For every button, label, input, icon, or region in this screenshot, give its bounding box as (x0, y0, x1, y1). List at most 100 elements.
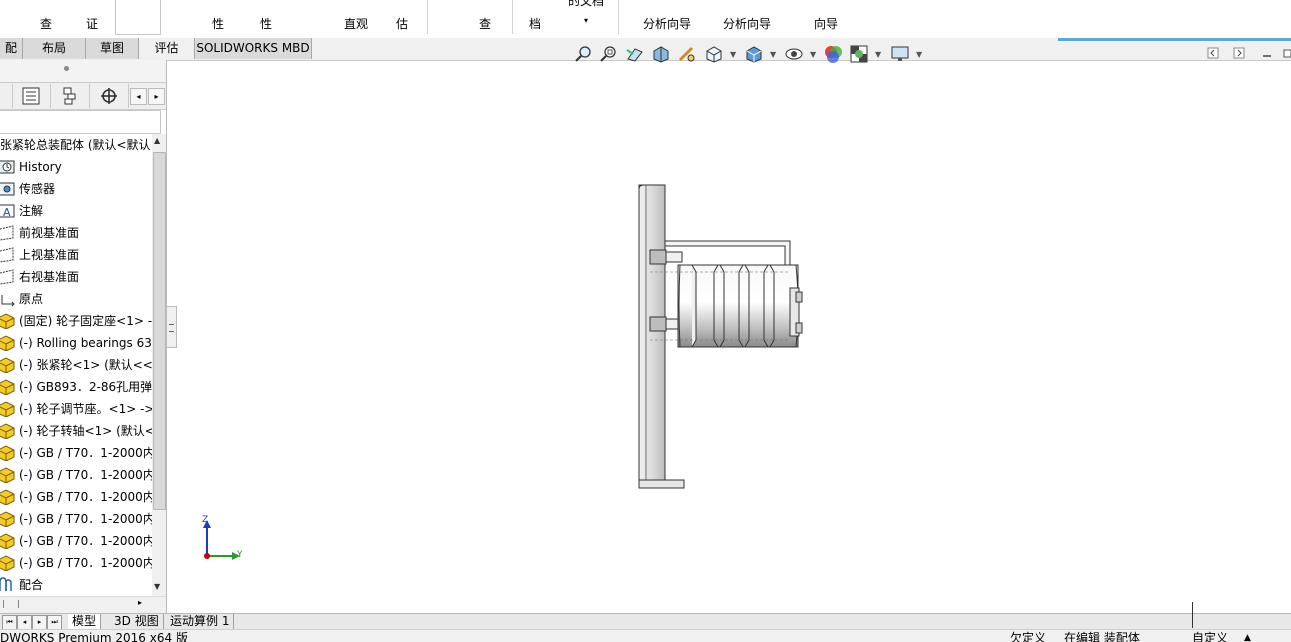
view-settings-icon[interactable] (890, 44, 910, 64)
part-icon (0, 313, 15, 329)
tab-property-manager[interactable] (12, 84, 51, 108)
drag-handle-icon[interactable] (64, 66, 69, 71)
edit-appearance-icon[interactable] (823, 44, 843, 64)
tree-item-annotations[interactable]: A 注解 (0, 200, 152, 222)
chevron-down-icon[interactable]: ▼ (770, 50, 776, 59)
maximize-viewport-icon[interactable] (1233, 47, 1245, 59)
hide-show-items-icon[interactable] (784, 44, 804, 64)
scroll-thumb-grip-icon[interactable] (3, 600, 19, 608)
tree-item-component[interactable]: (-) GB / T70．1-2000内 (0, 486, 152, 508)
chevron-up-icon[interactable]: ▲ (1244, 631, 1251, 642)
plane-icon (0, 247, 14, 263)
section-view-icon[interactable] (651, 44, 671, 64)
chevron-down-icon[interactable]: ▼ (730, 50, 736, 59)
tab-evaluate[interactable]: 评估 (139, 38, 195, 59)
chevron-down-icon[interactable]: ▼ (810, 50, 816, 59)
tree-item-component[interactable]: (-) GB / T70．1-2000内 (0, 464, 152, 486)
tree-item-mates[interactable]: 配合 (0, 574, 152, 596)
tab-model[interactable]: 模型 (68, 614, 102, 629)
zoom-to-fit-icon[interactable] (574, 44, 594, 64)
tab-navigation-buttons: ⏮ ◂ ▸ ⏭ (2, 615, 62, 630)
tab-layout[interactable]: 布局 (23, 38, 86, 59)
tree-item-component[interactable]: (固定) 轮子固定座<1> - (0, 310, 152, 332)
tree-item-component[interactable]: (-) GB / T70．1-2000内 (0, 530, 152, 552)
ribbon-button[interactable]: 档 (522, 0, 548, 36)
command-tabs: 配体 布局 草图 评估 SOLIDWORKS MBD (0, 38, 1291, 76)
zoom-area-icon[interactable] (599, 44, 619, 64)
tree-item-label: (-) Rolling bearings 63 (19, 336, 152, 350)
ribbon-button[interactable]: 分析向导 (636, 0, 698, 36)
tree-item-component[interactable]: (-) GB / T70．1-2000内 (0, 552, 152, 574)
restore-viewport-icon[interactable] (1207, 47, 1219, 59)
last-tab-icon[interactable]: ⏭ (47, 615, 62, 630)
ribbon-button[interactable]: 直观 (338, 0, 374, 36)
ribbon-button[interactable]: 查 (30, 0, 62, 36)
tab-sketch[interactable]: 草图 (86, 38, 139, 59)
tree-item-component[interactable]: (-) 轮子调节座。<1> -> (0, 398, 152, 420)
tree-item-component[interactable]: (-) Rolling bearings 63 (0, 332, 152, 354)
tree-item-history[interactable]: History (0, 156, 152, 178)
ribbon-button[interactable]: 性 (200, 0, 236, 36)
ribbon-separator (618, 0, 619, 34)
tab-assembly[interactable]: 配体 (0, 38, 23, 76)
first-tab-icon[interactable]: ⏮ (2, 615, 17, 630)
tab-dimxpert-manager[interactable] (90, 84, 129, 108)
ribbon-button[interactable]: 性 (250, 0, 282, 36)
restore-icon[interactable] (1283, 47, 1291, 59)
status-bar: DWORKS Premium 2016 x64 版 欠定义 在编辑 装配体 自定… (0, 629, 1291, 642)
scroll-right-icon[interactable]: ▸ (148, 88, 165, 105)
previous-tab-icon[interactable]: ◂ (17, 615, 32, 630)
tab-configuration-manager[interactable] (51, 84, 90, 108)
dynamic-annotation-icon[interactable] (677, 44, 697, 64)
tree-item-label: (-) GB / T70．1-2000内 (19, 446, 152, 460)
tab-motion-study[interactable]: 运动算例 1 (166, 614, 235, 629)
tree-item-label: 右视基准面 (19, 270, 80, 284)
ribbon-button[interactable]: 估 (390, 0, 414, 36)
ribbon-button[interactable]: 向导 (806, 0, 846, 36)
scroll-up-icon[interactable]: ▲ (154, 136, 160, 145)
display-style-icon[interactable] (744, 44, 764, 64)
tree-item-label: 配合 (19, 578, 44, 592)
ribbon-button-pressed[interactable] (115, 0, 161, 35)
view-orientation-icon[interactable] (704, 44, 724, 64)
panel-tabs: ◂ ▸ (0, 82, 166, 110)
tree-item-right-plane[interactable]: 右视基准面 (0, 266, 152, 288)
scroll-down-icon[interactable]: ▼ (154, 582, 160, 591)
ribbon-dropdown-button[interactable]: 的文档 ▾ (562, 0, 610, 30)
tree-item-label: (固定) 轮子固定座<1> - (19, 314, 152, 328)
tree-item-component[interactable]: (-) 张紧轮<1> (默认<<默 (0, 354, 152, 376)
tree-horizontal-scrollbar[interactable]: ▸ (0, 596, 166, 613)
status-units[interactable]: 自定义 (1192, 631, 1228, 642)
ribbon-separator (427, 0, 428, 34)
tree-item-sensors[interactable]: 传感器 (0, 178, 152, 200)
tree-filter-input[interactable] (0, 110, 161, 134)
svg-text:A: A (3, 206, 11, 219)
tree-item-component[interactable]: (-) GB / T70．1-2000内 (0, 508, 152, 530)
apply-scene-icon[interactable] (849, 44, 869, 64)
tab-3d-views[interactable]: 3D 视图 (110, 614, 164, 629)
tree-scrollbar-thumb[interactable] (153, 152, 166, 510)
scroll-right-icon[interactable]: ▸ (138, 598, 142, 607)
previous-view-icon[interactable] (625, 44, 645, 64)
tree-item-component[interactable]: (-) GB893．2-86孔用弹 (0, 376, 152, 398)
panel-splitter-handle[interactable] (166, 306, 177, 348)
sensor-icon (0, 182, 15, 196)
tree-item-component[interactable]: (-) 轮子转轴<1> (默认< (0, 420, 152, 442)
tab-mbd[interactable]: SOLIDWORKS MBD (195, 38, 312, 59)
part-icon (0, 533, 15, 549)
tree-item-origin[interactable]: 原点 (0, 288, 152, 310)
ribbon-button[interactable]: 证 (76, 0, 108, 36)
tree-item-top-plane[interactable]: 上视基准面 (0, 244, 152, 266)
scroll-left-icon[interactable]: ◂ (130, 88, 147, 105)
panel-header (0, 60, 166, 82)
chevron-down-icon[interactable]: ▼ (916, 50, 922, 59)
minimize-icon[interactable] (1261, 47, 1273, 59)
tree-item-front-plane[interactable]: 前视基准面 (0, 222, 152, 244)
chevron-down-icon[interactable]: ▼ (875, 50, 881, 59)
tree-item-component[interactable]: (-) GB / T70．1-2000内 (0, 442, 152, 464)
tree-root[interactable]: 张紧轮总装配体 (默认<默认 (0, 134, 152, 156)
next-tab-icon[interactable]: ▸ (32, 615, 47, 630)
ribbon-button[interactable]: 分析向导 (716, 0, 778, 36)
assembly-model-view[interactable] (630, 180, 810, 495)
ribbon-button[interactable]: 查 (470, 0, 500, 36)
